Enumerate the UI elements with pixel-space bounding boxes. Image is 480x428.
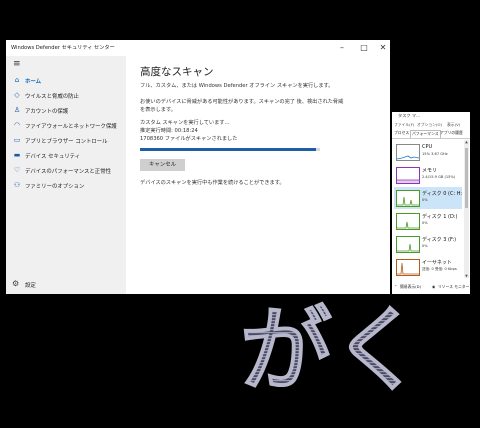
tm-window-title: タスク マ... [398, 113, 421, 118]
sidebar-item-settings[interactable]: ⚙ 設定 [6, 278, 126, 292]
tm-scrollbar[interactable]: ▲ ▼ [464, 140, 469, 278]
monitor-icon: ◉ [432, 284, 436, 289]
wifi-icon: ◠ [13, 121, 21, 129]
home-icon: ⌂ [14, 76, 20, 84]
sidebar-item-label: 設定 [25, 283, 36, 289]
sidebar-item-device-security[interactable]: ▬ デバイス セキュリティ [6, 149, 126, 163]
description-line-2: を表示します。 [140, 107, 176, 113]
chevron-up-icon[interactable]: ⌃ [394, 284, 397, 289]
files-scanned: 1708360 ファイルがスキャンされました [140, 136, 238, 142]
perf-item-disk3[interactable]: ディスク 3 (F:) 0% [394, 233, 462, 255]
description-line-1: お使いのデバイスに脅威がある可能性があります。スキャンの完了 後、検出された脅威 [140, 99, 344, 105]
perf-item-name: CPU [422, 144, 433, 150]
sidebar-item-firewall[interactable]: ◠ ファイアウォールとネットワーク保護 [6, 119, 126, 133]
scroll-thumb[interactable] [465, 148, 468, 208]
tab-performance[interactable]: パフォーマンス [410, 130, 441, 138]
overlay-text: がく [240, 297, 424, 400]
tm-menu-options[interactable]: オプション(O) [417, 122, 442, 128]
ethernet-graph-thumbnail [396, 259, 420, 276]
tm-menu-bar: ファイル(F) オプション(O) 表示(V) [392, 121, 470, 129]
cancel-button[interactable]: キャンセル [140, 159, 185, 171]
overlay-caption: がく [240, 297, 425, 401]
disk0-graph-thumbnail [396, 190, 420, 207]
perf-item-name: ディスク 1 (D:) [422, 214, 458, 220]
sidebar-item-label: ファミリーのオプション [25, 184, 85, 190]
family-icon: ⚇ [13, 181, 21, 189]
perf-item-sub: 0% [422, 221, 428, 225]
sidebar-item-app-browser[interactable]: ▭ アプリとブラウザー コントロール [6, 134, 126, 148]
tm-tabs: プロセス パフォーマンス アプリの履歴 [392, 129, 470, 139]
sidebar-item-label: アカウントの保護 [25, 109, 69, 115]
shield-icon: ◇ [14, 91, 20, 99]
perf-item-disk1[interactable]: ディスク 1 (D:) 0% [394, 210, 462, 232]
app-icon: ▭ [13, 136, 21, 144]
title-bar: Windows Defender セキュリティ センター – □ ✕ [6, 40, 390, 56]
main-content: 高度なスキャン フル、カスタム、または Windows Defender オフラ… [126, 56, 390, 294]
close-button[interactable]: ✕ [375, 40, 391, 56]
scan-progress-bar [140, 148, 320, 151]
sidebar-item-label: ウイルスと脅威の防止 [25, 94, 79, 100]
perf-item-name: ディスク 0 (C: H: [422, 191, 463, 197]
resource-monitor-link[interactable]: リソース モニター [438, 284, 469, 290]
sidebar-item-label: ホーム [25, 79, 42, 85]
page-title: 高度なスキャン [140, 66, 214, 78]
sidebar-item-home[interactable]: ⌂ ホーム [6, 74, 126, 88]
defender-window: Windows Defender セキュリティ センター – □ ✕ ≡ ⌂ ホ… [6, 40, 390, 294]
perf-item-memory[interactable]: メモリ 2.4/15.9 GB (15%) [394, 164, 462, 186]
cpu-graph-thumbnail [396, 144, 420, 161]
perf-item-sub: 0% [422, 244, 428, 248]
perf-item-name: メモリ [422, 168, 438, 174]
heart-icon: ♡ [13, 166, 21, 174]
progress-fill [140, 148, 317, 151]
tab-processes[interactable]: プロセス [393, 130, 410, 137]
maximize-button[interactable]: □ [356, 40, 372, 56]
task-manager-window: タスク マ... ファイル(F) オプション(O) 表示(V) プロセス パフォ… [392, 112, 470, 294]
intro-text: フル、カスタム、または Windows Defender オフライン スキャンを… [140, 83, 334, 89]
sidebar-item-virus-protection[interactable]: ◇ ウイルスと脅威の防止 [6, 89, 126, 103]
sidebar-item-label: ファイアウォールとネットワーク保護 [25, 124, 117, 130]
window-title: Windows Defender セキュリティ センター [11, 45, 115, 51]
scan-status: カスタム スキャンを実行しています... [140, 120, 230, 126]
background-note: デバイスのスキャンを実行中も作業を続けることができます。 [140, 180, 285, 186]
gear-icon: ⚙ [12, 279, 20, 288]
memory-graph-thumbnail [396, 167, 420, 184]
person-icon: ♙ [13, 106, 21, 114]
tm-title-bar: タスク マ... [392, 112, 470, 121]
elapsed-time: 推定実行時間: 00:18:24 [140, 128, 198, 134]
perf-item-sub: 送信: 0 受信: 0 Kbps [422, 267, 457, 271]
perf-item-disk0[interactable]: ディスク 0 (C: H: 0% [394, 187, 462, 209]
sidebar: ≡ ⌂ ホーム ◇ ウイルスと脅威の防止 ♙ アカウントの保護 ◠ ファイアウォ… [6, 56, 126, 294]
disk1-graph-thumbnail [396, 213, 420, 230]
disk3-graph-thumbnail [396, 236, 420, 253]
perf-item-name: ディスク 3 (F:) [422, 237, 457, 243]
scroll-up-icon[interactable]: ▲ [464, 140, 469, 144]
tab-app-history[interactable]: アプリの履歴 [439, 130, 464, 137]
perf-item-sub: 0% [422, 198, 428, 202]
sidebar-item-label: デバイスのパフォーマンスと正常性 [25, 169, 111, 175]
perf-item-ethernet[interactable]: イーサネット 送信: 0 受信: 0 Kbps [394, 256, 462, 278]
perf-item-name: イーサネット [422, 260, 452, 266]
minimize-button[interactable]: – [334, 40, 350, 56]
perf-item-sub: 15% 3.67 GHz [422, 152, 448, 156]
laptop-icon: ▬ [13, 151, 21, 159]
tm-menu-view[interactable]: 表示(V) [447, 122, 460, 128]
hamburger-menu-icon[interactable]: ≡ [13, 60, 21, 69]
scroll-down-icon[interactable]: ▼ [464, 274, 469, 278]
sidebar-item-label: アプリとブラウザー コントロール [25, 139, 108, 145]
tm-menu-file[interactable]: ファイル(F) [394, 122, 414, 128]
sidebar-item-label: デバイス セキュリティ [25, 154, 81, 160]
perf-item-sub: 2.4/15.9 GB (15%) [422, 175, 456, 179]
sidebar-item-family[interactable]: ⚇ ファミリーのオプション [6, 179, 126, 193]
sidebar-item-account[interactable]: ♙ アカウントの保護 [6, 104, 126, 118]
sidebar-item-device-health[interactable]: ♡ デバイスのパフォーマンスと正常性 [6, 164, 126, 178]
perf-item-cpu[interactable]: CPU 15% 3.67 GHz [394, 141, 462, 163]
